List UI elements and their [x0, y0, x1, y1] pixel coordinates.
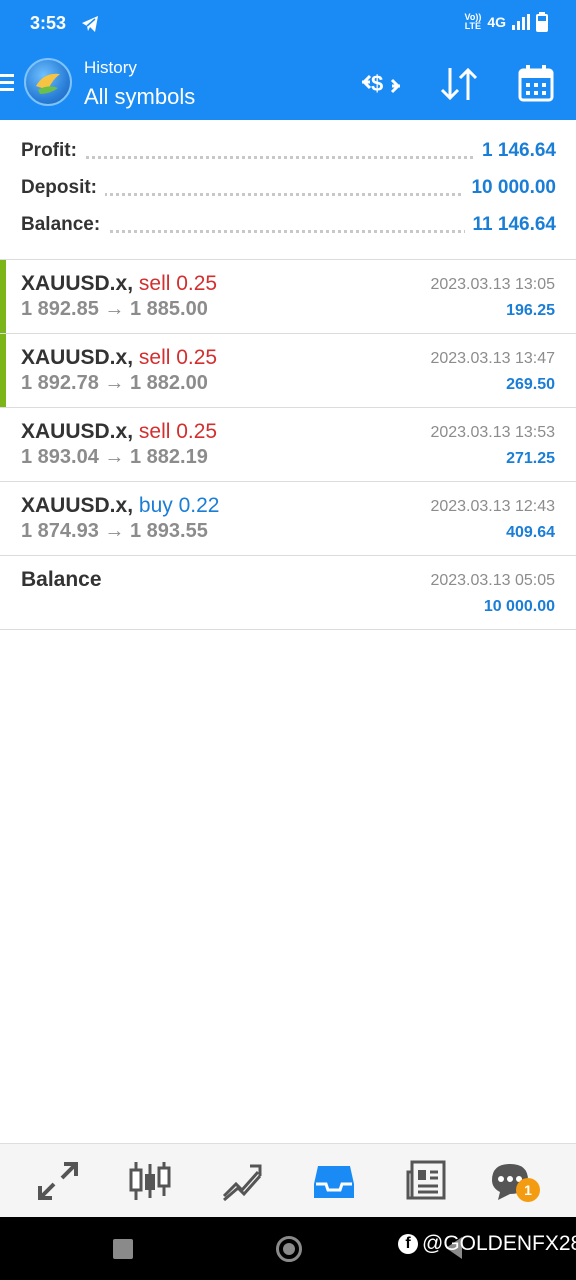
selection-marker	[0, 260, 6, 333]
trade-symbol: XAUUSD.x, sell 0.25	[21, 420, 217, 444]
deposit-value: 10 000.00	[463, 177, 556, 199]
svg-text:$: $	[371, 71, 383, 96]
trade-profit: 409.64	[506, 524, 555, 541]
bottom-tab-bar	[0, 1143, 576, 1217]
trade-profit: 269.50	[506, 376, 555, 393]
trade-time: 2023.03.13 13:53	[430, 424, 555, 441]
home-icon[interactable]	[276, 1236, 302, 1262]
symbol-separator: ,	[127, 494, 134, 517]
profit-row: Profit: 1 146.64	[21, 140, 556, 168]
quotes-icon[interactable]	[36, 1160, 80, 1202]
telegram-icon	[82, 16, 98, 32]
symbol-name: XAUUSD.x	[21, 346, 128, 369]
trade-profit: 271.25	[506, 450, 555, 467]
currency-exchange-icon[interactable]: $	[360, 64, 402, 104]
trade-icon[interactable]	[220, 1160, 264, 1202]
symbol-name: XAUUSD.x	[21, 494, 128, 517]
history-list: XAUUSD.x, sell 0.25 1 892.85 → 1 885.00 …	[0, 260, 576, 630]
trade-side: buy 0.22	[138, 494, 220, 517]
trade-time: 2023.03.13 13:05	[430, 276, 555, 293]
trade-prices: 1 892.85 → 1 885.00	[21, 298, 208, 320]
trade-prices: 1 892.78 → 1 882.00	[21, 372, 208, 394]
selection-marker	[0, 334, 6, 407]
symbol-name: XAUUSD.x	[21, 272, 128, 295]
list-item[interactable]: XAUUSD.x, sell 0.25 1 892.85 → 1 885.00 …	[0, 260, 576, 334]
mt-logo-icon	[24, 58, 72, 106]
symbol-name: XAUUSD.x	[21, 420, 128, 443]
deposit-label: Deposit:	[21, 177, 105, 199]
balance-label: Balance:	[21, 214, 109, 236]
lte-label: LTE	[464, 21, 482, 31]
symbol-separator: ,	[127, 346, 134, 369]
balance-value: 11 146.64	[464, 214, 556, 236]
trade-prices: 1 893.04 → 1 882.19	[21, 446, 208, 468]
symbol-separator: ,	[127, 272, 134, 295]
balance-entry-label: Balance	[21, 568, 102, 591]
history-icon[interactable]	[312, 1160, 356, 1202]
profit-value: 1 146.64	[474, 140, 556, 162]
trade-time: 2023.03.13 12:43	[430, 498, 555, 515]
balance-entry-time: 2023.03.13 05:05	[430, 572, 555, 589]
list-item[interactable]: XAUUSD.x, sell 0.25 1 893.04 → 1 882.19 …	[0, 408, 576, 482]
list-item[interactable]: XAUUSD.x, sell 0.25 1 892.78 → 1 882.00 …	[0, 334, 576, 408]
trade-time: 2023.03.13 13:47	[430, 350, 555, 367]
signal-icon	[512, 14, 530, 30]
balance-row: Balance: 11 146.64	[21, 214, 556, 242]
status-time: 3:53	[30, 13, 67, 33]
symbol-separator: ,	[127, 420, 134, 443]
page-title[interactable]: All symbols	[84, 84, 195, 110]
battery-icon	[536, 12, 548, 32]
list-item[interactable]: XAUUSD.x, buy 0.22 1 874.93 → 1 893.55 2…	[0, 482, 576, 556]
trade-side: sell 0.25	[138, 420, 218, 443]
chart-icon[interactable]	[128, 1160, 172, 1202]
trade-side: sell 0.25	[138, 272, 218, 295]
deposit-row: Deposit: 10 000.00	[21, 177, 556, 205]
page-subtitle: History	[84, 58, 137, 77]
calendar-icon[interactable]	[516, 64, 558, 104]
trade-symbol: XAUUSD.x, sell 0.25	[21, 272, 217, 296]
network-type: 4G	[487, 14, 506, 30]
volte-indicator: Vo)) LTE	[464, 13, 481, 31]
trade-side: sell 0.25	[138, 346, 218, 369]
summary-panel: Profit: 1 146.64 Deposit: 10 000.00 Bala…	[0, 120, 576, 260]
watermark-text: @GOLDENFX28	[422, 1232, 576, 1255]
app-bar: History All symbols $	[0, 48, 576, 120]
balance-entry-amount: 10 000.00	[483, 598, 555, 615]
balance-entry[interactable]: Balance 2023.03.13 05:05 10 000.00	[0, 556, 576, 630]
menu-icon[interactable]	[0, 74, 16, 94]
trade-profit: 196.25	[506, 302, 555, 319]
recents-icon[interactable]	[113, 1239, 133, 1259]
status-indicators: Vo)) LTE 4G	[464, 12, 548, 32]
trade-symbol: XAUUSD.x, sell 0.25	[21, 346, 217, 370]
news-icon[interactable]	[404, 1160, 448, 1202]
status-bar: 3:53 Vo)) LTE 4G	[0, 0, 576, 48]
chat-badge: 1	[516, 1178, 540, 1202]
profit-label: Profit:	[21, 140, 85, 162]
trade-symbol: XAUUSD.x, buy 0.22	[21, 494, 219, 518]
facebook-icon: f	[398, 1234, 418, 1254]
trade-prices: 1 874.93 → 1 893.55	[21, 520, 208, 542]
watermark: f @GOLDENFX28	[398, 1232, 576, 1256]
sort-icon[interactable]	[438, 64, 480, 104]
